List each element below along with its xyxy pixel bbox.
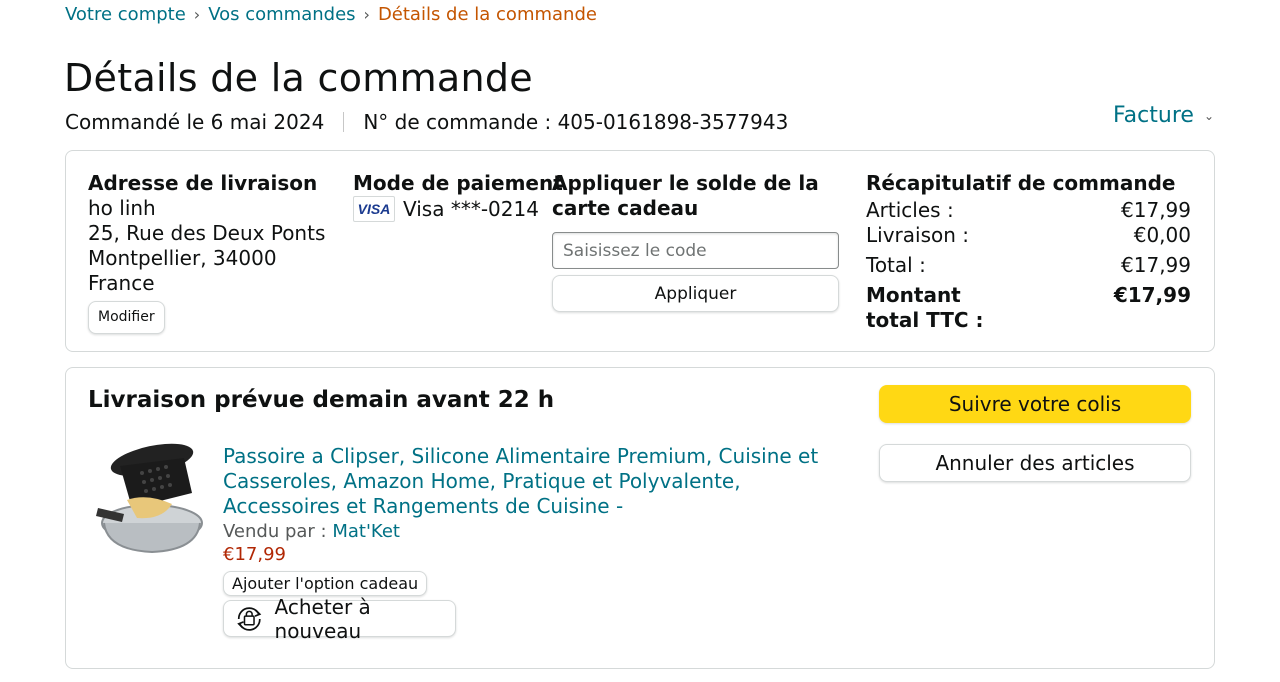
order-date: Commandé le 6 mai 2024 (65, 110, 325, 134)
recap-label: Total : (866, 253, 926, 277)
address-street: 25, Rue des Deux Ponts (88, 221, 326, 245)
breadcrumb: Votre compte › Vos commandes › Détails d… (65, 4, 597, 25)
buy-again-button[interactable]: Acheter à nouveau (223, 595, 456, 643)
order-recap-title: Récapitulatif de commande (866, 171, 1176, 195)
recap-row-items: Articles : €17,99 (866, 198, 1191, 223)
divider (343, 112, 345, 132)
product-image[interactable] (92, 438, 212, 558)
recap-label: Montant total TTC : (866, 283, 984, 332)
recap-label: Articles : (866, 198, 954, 222)
seller-prefix: Vendu par : (223, 521, 327, 542)
apply-gift-button[interactable]: Appliquer (552, 275, 839, 312)
shipping-address-title: Adresse de livraison (88, 171, 318, 195)
address-country: France (88, 271, 155, 295)
delivery-estimate: Livraison prévue demain avant 22 h (88, 387, 555, 413)
seller-link[interactable]: Mat'Ket (332, 521, 400, 542)
address-name: ho linh (88, 196, 156, 220)
breadcrumb-separator: › (363, 5, 370, 24)
edit-address-button[interactable]: Modifier (88, 301, 165, 334)
recap-row-shipping: Livraison : €0,00 (866, 223, 1191, 248)
track-package-button[interactable]: Suivre votre colis (879, 385, 1191, 423)
gift-card-title: Appliquer le solde de la carte cadeau (552, 171, 819, 220)
gift-card-section: Appliquer le solde de la carte cadeau Sa… (552, 171, 842, 312)
invoice-dropdown[interactable]: Facture ⌄ (1113, 103, 1214, 128)
recap-value: €17,99 (1113, 283, 1191, 307)
recap-value: €17,99 (1121, 198, 1191, 222)
order-meta: Commandé le 6 mai 2024 N° de commande : … (65, 110, 788, 134)
buy-again-label[interactable]: Acheter à nouveau (275, 595, 455, 643)
shipping-address: Adresse de livraison ho linh 25, Rue des… (88, 171, 325, 334)
recap-value: €0,00 (1133, 223, 1191, 247)
shipment-box: Livraison prévue demain avant 22 h Suivr… (65, 367, 1215, 669)
recap-label: Livraison : (866, 223, 969, 247)
cancel-items-button[interactable]: Annuler des articles (879, 444, 1191, 482)
product-price: €17,99 (223, 544, 286, 565)
address-city: Montpellier, 34000 (88, 246, 277, 270)
payment-method: Mode de paiement VISA Visa ***-0214 (353, 171, 563, 222)
payment-method-title: Mode de paiement (353, 171, 563, 195)
payment-card: VISA Visa ***-0214 (353, 196, 563, 222)
gift-code-input[interactable]: Saisissez le code (552, 232, 839, 269)
recap-row-total: Total : €17,99 (866, 253, 1191, 278)
breadcrumb-separator: › (193, 5, 201, 24)
visa-card-icon: VISA (353, 196, 395, 222)
add-gift-option-button[interactable]: Ajouter l'option cadeau (223, 571, 428, 596)
order-summary-box: Adresse de livraison ho linh 25, Rue des… (65, 150, 1215, 352)
invoice-label[interactable]: Facture (1113, 103, 1194, 128)
recap-row-grand-total: Montant total TTC : €17,99 (866, 283, 1191, 333)
product-info: Passoire a Clipser, Silicone Alimentaire… (223, 444, 843, 643)
chevron-down-icon: ⌄ (1203, 108, 1214, 123)
breadcrumb-your-orders[interactable]: Vos commandes (208, 4, 355, 25)
product-title-link[interactable]: Passoire a Clipser, Silicone Alimentaire… (223, 444, 843, 519)
breadcrumb-your-account[interactable]: Votre compte (65, 4, 186, 25)
card-number: Visa ***-0214 (403, 197, 539, 221)
page-title: Détails de la commande (64, 56, 533, 100)
recap-value: €17,99 (1121, 253, 1191, 277)
breadcrumb-current: Détails de la commande (377, 4, 597, 25)
order-recap: Récapitulatif de commande Articles : €17… (866, 171, 1191, 333)
buy-again-icon (237, 606, 262, 631)
seller-line: Vendu par : Mat'Ket (223, 521, 843, 542)
order-number: N° de commande : 405-0161898-3577943 (363, 110, 789, 134)
